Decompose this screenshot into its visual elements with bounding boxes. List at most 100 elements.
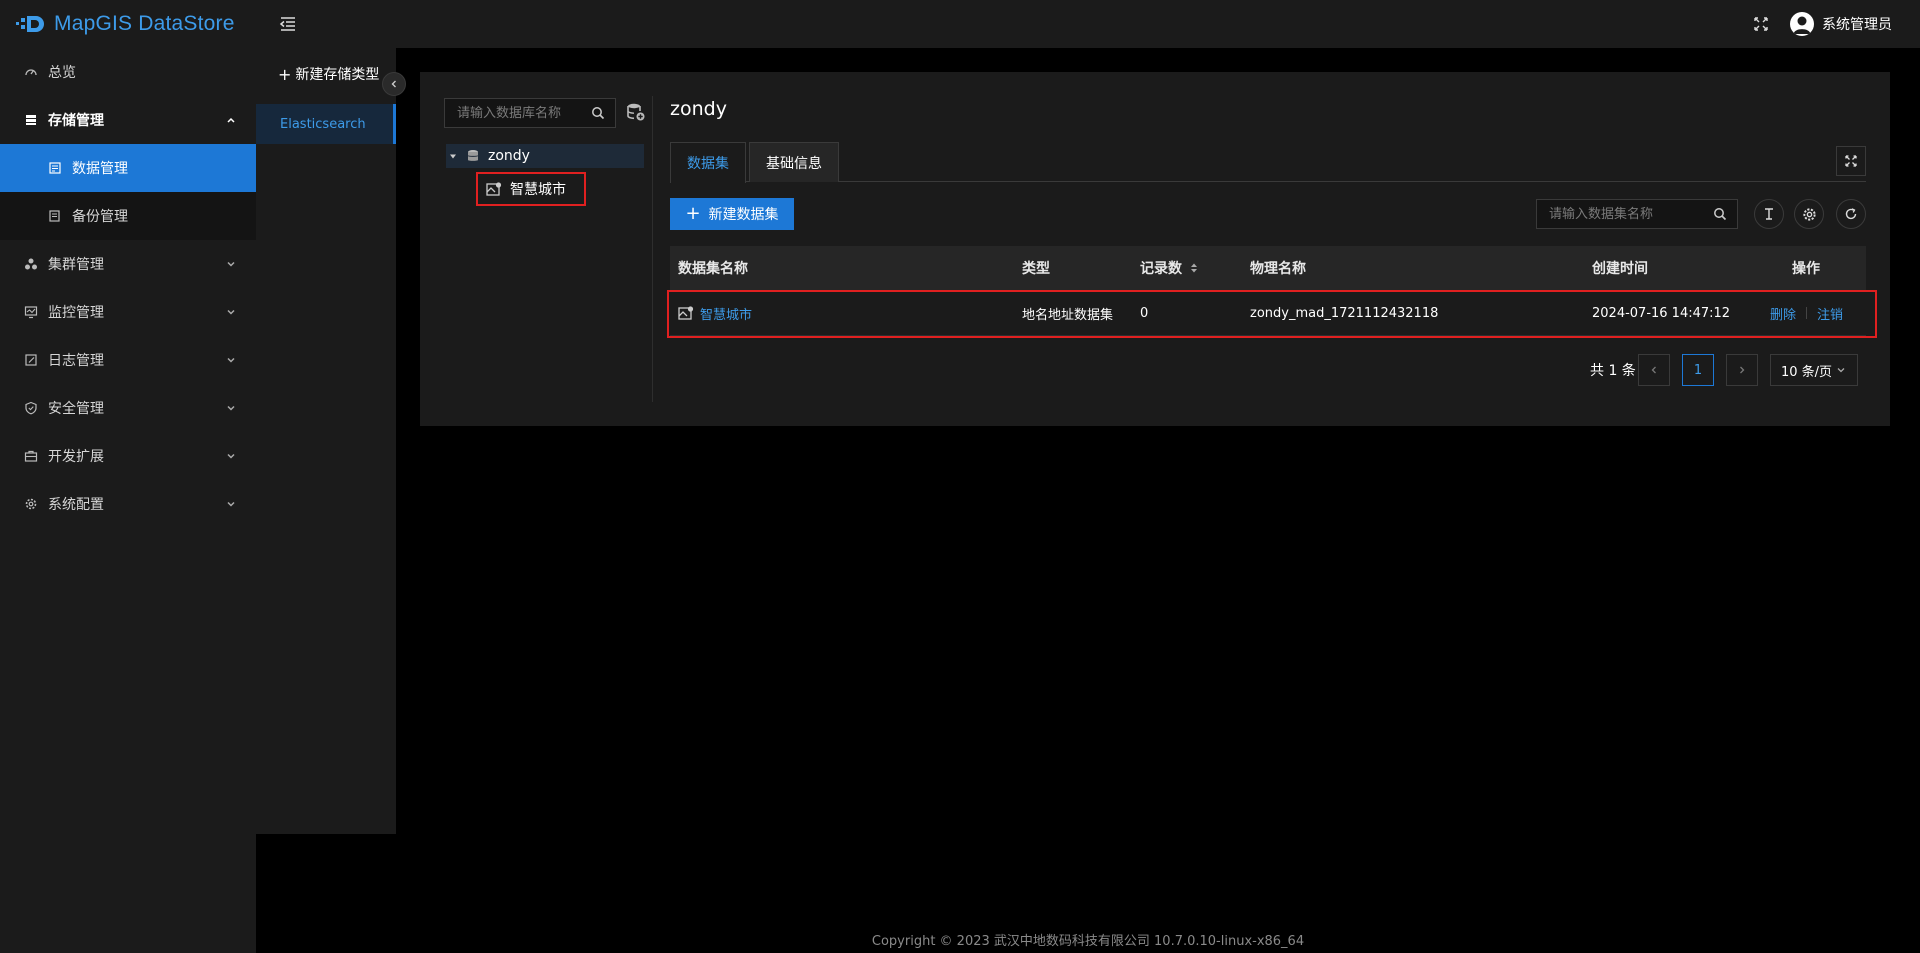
plus-icon: + bbox=[278, 64, 292, 84]
chevron-down-icon bbox=[227, 357, 235, 363]
panel-divider bbox=[652, 96, 653, 402]
cell-actions: 删除 注销 bbox=[1770, 290, 1843, 336]
cell-count: 0 bbox=[1140, 305, 1149, 321]
sidebar-item-label: 开发扩展 bbox=[48, 449, 104, 465]
storage-type-panel: + 新建存储类型 Elasticsearch bbox=[256, 48, 396, 834]
page-size-value: 10 条/页 bbox=[1781, 364, 1833, 380]
sidebar-item-dev-extension[interactable]: 开发扩展 bbox=[0, 432, 256, 480]
chevron-down-icon bbox=[227, 261, 235, 267]
sidebar-item-storage[interactable]: 存储管理 bbox=[0, 96, 256, 144]
new-storage-type-label: 新建存储类型 bbox=[295, 67, 380, 83]
chevron-down-icon bbox=[1837, 368, 1845, 373]
sidebar-item-overview[interactable]: 总览 bbox=[0, 48, 256, 96]
tree-node-label: zondy bbox=[488, 148, 530, 164]
top-header: 系统管理员 bbox=[256, 0, 1920, 48]
database-search-input[interactable] bbox=[445, 99, 581, 127]
new-dataset-label: 新建数据集 bbox=[708, 207, 779, 223]
caret-down-icon[interactable] bbox=[448, 151, 458, 161]
dashboard-icon bbox=[25, 69, 37, 76]
refresh-button[interactable] bbox=[1836, 199, 1866, 229]
chevron-left-icon bbox=[391, 80, 396, 88]
delete-button[interactable]: 删除 bbox=[1770, 304, 1796, 323]
backup-icon bbox=[49, 210, 60, 222]
next-page-button[interactable] bbox=[1726, 354, 1758, 386]
tab-datasets[interactable]: 数据集 bbox=[670, 142, 746, 183]
column-height-button[interactable] bbox=[1754, 199, 1784, 229]
tab-basic-info[interactable]: 基础信息 bbox=[749, 142, 839, 182]
chevron-down-icon bbox=[227, 501, 235, 507]
add-database-icon[interactable] bbox=[626, 102, 646, 122]
new-dataset-button[interactable]: + 新建数据集 bbox=[670, 198, 794, 230]
cluster-icon bbox=[25, 258, 37, 270]
app-title: MapGIS DataStore bbox=[54, 12, 235, 35]
sidebar-item-system-config[interactable]: 系统配置 bbox=[0, 480, 256, 528]
new-storage-type-button[interactable]: + 新建存储类型 bbox=[278, 64, 379, 84]
sidebar-item-label: 存储管理 bbox=[48, 113, 104, 129]
expand-icon bbox=[1845, 155, 1857, 167]
logo-mark-icon bbox=[16, 16, 44, 32]
sidebar-item-label: 数据管理 bbox=[72, 161, 128, 177]
tree-node-label: 智慧城市 bbox=[510, 182, 566, 198]
column-header-type: 类型 bbox=[1022, 261, 1050, 277]
database-icon bbox=[467, 150, 479, 161]
app-root: MapGIS DataStore 总览 存储管理 数据管理 备份管理 集群管理 bbox=[0, 0, 1920, 953]
panel-collapse-toggle[interactable] bbox=[382, 72, 406, 96]
page-size-select[interactable]: 10 条/页 bbox=[1770, 354, 1858, 386]
search-icon[interactable] bbox=[1713, 207, 1727, 221]
table-row: 智慧城市 地名地址数据集 0 zondy_mad_1721112432118 2… bbox=[670, 290, 1866, 336]
sidebar-item-data-manage[interactable]: 数据管理 bbox=[0, 144, 256, 192]
monitor-icon bbox=[24, 306, 38, 319]
search-icon[interactable] bbox=[591, 106, 605, 120]
column-header-created: 创建时间 bbox=[1592, 261, 1648, 277]
expand-button[interactable] bbox=[1836, 146, 1866, 176]
main-card: zondy 智慧城市 zondy 数据集 基础信息 + 新建数据集 bbox=[420, 72, 1890, 426]
column-header-count[interactable]: 记录数 bbox=[1140, 246, 1198, 290]
sidebar-item-label: 监控管理 bbox=[48, 305, 104, 321]
gear-icon bbox=[25, 498, 37, 510]
sort-icon[interactable] bbox=[1190, 262, 1198, 274]
sidebar-item-label: 备份管理 bbox=[72, 209, 128, 225]
table-settings-button[interactable] bbox=[1794, 199, 1824, 229]
sidebar-item-label: 系统配置 bbox=[48, 497, 104, 513]
database-search-box bbox=[444, 98, 616, 128]
column-header-name: 数据集名称 bbox=[678, 261, 748, 277]
shield-icon bbox=[25, 401, 37, 415]
dataset-name-link[interactable]: 智慧城市 bbox=[700, 304, 752, 323]
user-menu[interactable]: 系统管理员 bbox=[1790, 12, 1892, 36]
sidebar-item-security[interactable]: 安全管理 bbox=[0, 384, 256, 432]
plus-icon: + bbox=[685, 203, 701, 224]
page-1-button[interactable]: 1 bbox=[1682, 354, 1714, 386]
dataset-map-icon bbox=[486, 182, 502, 196]
sidebar-item-monitor[interactable]: 监控管理 bbox=[0, 288, 256, 336]
cell-created-time: 2024-07-16 14:47:12 bbox=[1592, 305, 1731, 321]
avatar bbox=[1790, 12, 1814, 36]
gear-icon bbox=[1802, 207, 1816, 221]
dataset-table: 数据集名称 类型 记录数 物理名称 创建时间 操作 智慧城市 地名地址数据集 0… bbox=[670, 246, 1866, 336]
text-height-icon bbox=[1765, 208, 1773, 220]
tree-node-zondy[interactable]: zondy bbox=[446, 144, 644, 168]
sidebar-item-cluster[interactable]: 集群管理 bbox=[0, 240, 256, 288]
dataset-search-box bbox=[1536, 199, 1738, 229]
unregister-button[interactable]: 注销 bbox=[1817, 304, 1843, 323]
table-header: 数据集名称 类型 记录数 物理名称 创建时间 操作 bbox=[670, 246, 1866, 290]
refresh-icon bbox=[1845, 208, 1857, 220]
sidebar-item-label: 安全管理 bbox=[48, 401, 104, 417]
column-header-physical: 物理名称 bbox=[1250, 261, 1306, 277]
prev-page-button[interactable] bbox=[1638, 354, 1670, 386]
database-title: zondy bbox=[670, 98, 727, 120]
storage-submenu: 数据管理 备份管理 bbox=[0, 144, 256, 240]
sidebar-item-backup-manage[interactable]: 备份管理 bbox=[0, 192, 256, 240]
chevron-left-icon bbox=[1651, 366, 1656, 374]
toolbox-icon bbox=[24, 450, 38, 462]
user-name: 系统管理员 bbox=[1822, 17, 1892, 33]
tree-node-smart-city[interactable]: 智慧城市 bbox=[476, 172, 586, 206]
menu-collapse-icon[interactable] bbox=[278, 14, 298, 34]
dataset-search-input[interactable] bbox=[1537, 200, 1707, 228]
pagination-total: 共 1 条 bbox=[1590, 363, 1636, 379]
cell-physical-name: zondy_mad_1721112432118 bbox=[1250, 305, 1439, 321]
fullscreen-icon[interactable] bbox=[1752, 15, 1770, 33]
sidebar-item-log[interactable]: 日志管理 bbox=[0, 336, 256, 384]
user-icon bbox=[1793, 16, 1811, 34]
storage-type-elasticsearch[interactable]: Elasticsearch bbox=[256, 104, 396, 144]
chevron-down-icon bbox=[227, 309, 235, 315]
